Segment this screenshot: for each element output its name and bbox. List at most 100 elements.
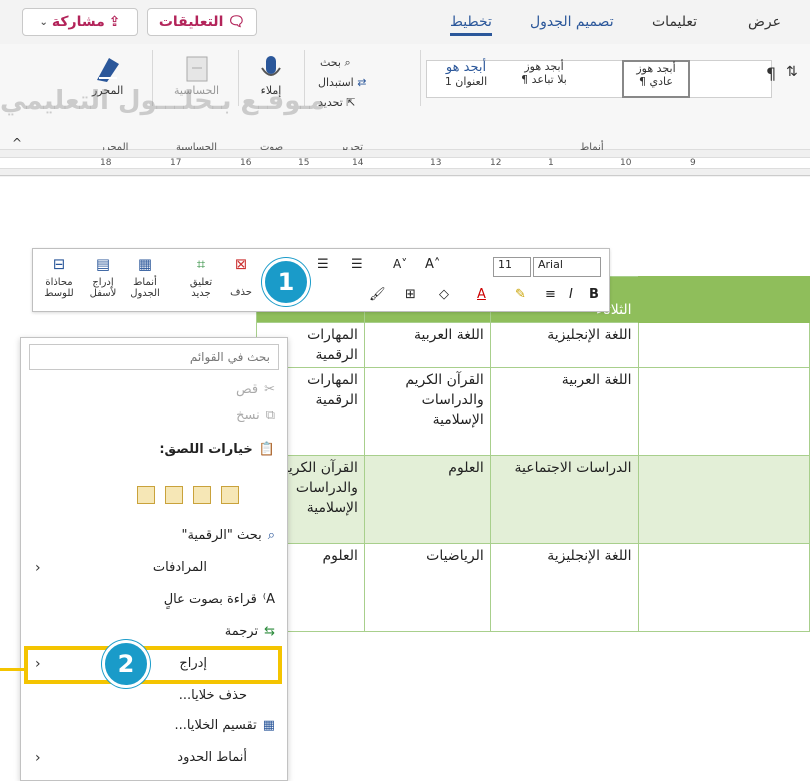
ruler-tick: 9: [690, 158, 696, 168]
style-name: ¶ بلا تباعد: [521, 73, 567, 86]
table-cell[interactable]: [637, 543, 810, 632]
highlight-icon[interactable]: ✎: [515, 287, 526, 302]
table-cell[interactable]: القرآن الكريم والدراسات الإسلامية: [363, 367, 491, 456]
table-cell[interactable]: اللغة الإنجليزية: [489, 322, 639, 368]
read-aloud-menu-item[interactable]: A⁾ قراءة بصوت عالٍ: [164, 592, 275, 607]
paste-options-header: 📋 خيارات اللصق:: [159, 442, 275, 457]
translate-menu-item[interactable]: ⇆ ترجمة: [225, 624, 275, 639]
shrink-font-icon[interactable]: A˅: [393, 257, 407, 271]
font-color-icon[interactable]: A: [477, 287, 486, 302]
style-sample: أبجد هو: [445, 60, 487, 75]
collapse-ribbon-icon[interactable]: ^: [12, 136, 22, 150]
new-comment-button[interactable]: ⌗ تعليق جديد: [181, 255, 221, 299]
schedule-table[interactable]: الثلاثاء اللغة الإنجليزية اللغة العربية …: [256, 276, 810, 632]
table-cell[interactable]: الدراسات الاجتماعية: [489, 455, 639, 544]
table-cell[interactable]: [637, 367, 810, 456]
style-sample: أبجد هوز: [524, 60, 564, 73]
delete-cells-menu-item[interactable]: حذف خلايا...: [179, 688, 247, 703]
clipboard-icon: 📋: [258, 442, 275, 457]
highlight-connector: [0, 668, 24, 671]
horizontal-ruler[interactable]: 18 17 16 15 14 13 12 1 10 9: [0, 150, 810, 176]
bold-icon[interactable]: B: [589, 287, 599, 302]
share-label: مشاركة: [51, 14, 105, 30]
search-term-label: بحث "الرقمية": [181, 528, 262, 543]
split-cells-label: تقسيم الخلايا...: [174, 718, 257, 733]
tab-help[interactable]: تعليمات: [652, 14, 697, 30]
share-button[interactable]: ⇪ مشاركة ⌄: [22, 8, 138, 36]
search-term-menu-item[interactable]: ⌕ بحث "الرقمية": [181, 528, 275, 543]
sort-icon[interactable]: ⇅: [786, 64, 798, 80]
font-size-select[interactable]: 11: [493, 257, 531, 277]
watermark: مـوقـع بـحلـــول التعليمي: [0, 86, 326, 116]
align-center-icon[interactable]: ≡: [545, 287, 556, 302]
tab-layout[interactable]: تخطيط: [450, 14, 492, 36]
table-styles-button[interactable]: ▦ أنماط الجدول: [125, 255, 165, 299]
table-cell[interactable]: اللغة العربية: [363, 322, 491, 368]
paste-keep-source-icon[interactable]: [221, 486, 239, 504]
style-name: ¶ عادي: [639, 75, 673, 88]
table-styles-icon: ▦: [137, 255, 153, 273]
comment-icon: 🗨: [227, 14, 246, 30]
ruler-tick: 10: [620, 158, 632, 168]
style-heading-sample[interactable]: أبجد هو العنوان 1: [432, 60, 500, 98]
shading-icon[interactable]: ◇: [439, 287, 449, 302]
style-normal[interactable]: أبجد هوز ¶ عادي: [622, 60, 690, 98]
ruler-tick: 1: [548, 158, 554, 168]
table-cell[interactable]: اللغة الإنجليزية: [489, 543, 639, 632]
ruler-tick: 14: [352, 158, 364, 168]
grow-font-icon[interactable]: A˄: [425, 257, 440, 272]
borders-icon[interactable]: ⊞: [405, 287, 416, 302]
new-comment-label: تعليق جديد: [189, 277, 213, 299]
find-button[interactable]: ⌕ بحث: [320, 56, 351, 70]
ruler-track: [0, 157, 810, 169]
align-center-button[interactable]: ⊟ محاذاة للوسط: [39, 255, 79, 299]
read-aloud-icon: A⁾: [262, 592, 275, 607]
table-cell[interactable]: اللغة العربية: [489, 367, 639, 456]
table-cell[interactable]: الرياضيات: [363, 543, 491, 632]
tab-view[interactable]: عرض: [748, 14, 781, 30]
italic-icon[interactable]: I: [569, 287, 573, 302]
align-center-label: محاذاة للوسط: [44, 277, 74, 299]
split-cells-menu-item[interactable]: ▦ تقسيم الخلايا...: [175, 718, 276, 733]
synonyms-menu-item[interactable]: المرادفات: [153, 560, 207, 575]
copy-menu-item[interactable]: ⧉ نسخ: [236, 408, 275, 423]
insert-below-label: إدراج لأسفل: [89, 277, 117, 299]
mini-toolbar: Arial 11 A˄ A˅ ☰ ☰ B I ≡ ✎ A ◇ ⊞ 🖌 ⊠ حذف…: [32, 248, 610, 312]
translate-label: ترجمة: [224, 624, 259, 639]
paste-merge-icon[interactable]: [193, 486, 211, 504]
paragraph-mark-icon[interactable]: ¶: [766, 64, 776, 83]
table-cell[interactable]: [637, 455, 810, 544]
read-aloud-label: قراءة بصوت عالٍ: [163, 592, 257, 607]
cut-label: قص: [235, 382, 259, 397]
format-painter-icon[interactable]: 🖌: [369, 287, 386, 302]
paste-text-only-icon[interactable]: [165, 486, 183, 504]
comments-button[interactable]: 🗨 التعليقات: [147, 8, 257, 36]
table-styles-label: أنماط الجدول: [130, 277, 160, 299]
insert-highlight-box: [24, 646, 282, 684]
border-styles-label: أنماط الحدود: [177, 750, 247, 765]
sensitivity-icon: [186, 56, 208, 82]
border-styles-menu-item[interactable]: أنماط الحدود: [177, 750, 247, 765]
numbering-icon[interactable]: ☰: [351, 257, 363, 272]
chevron-down-icon: ⌄: [39, 16, 48, 28]
table-cell[interactable]: [637, 322, 810, 368]
table-row: [637, 276, 810, 323]
table-cell[interactable]: العلوم: [363, 455, 491, 544]
find-label: بحث: [320, 56, 341, 69]
translate-icon: ⇆: [264, 624, 275, 639]
comment-add-icon: ⌗: [196, 255, 206, 273]
ruler-tick: 17: [170, 158, 182, 168]
menu-search-input[interactable]: بحث في القوائم: [29, 344, 279, 370]
cut-menu-item[interactable]: ✂ قص: [236, 382, 275, 397]
style-no-spacing[interactable]: أبجد هوز ¶ بلا تباعد: [510, 60, 578, 98]
chevron-left-icon: ‹: [35, 750, 41, 766]
font-name-select[interactable]: Arial: [533, 257, 601, 277]
tab-table-design[interactable]: تصميم الجدول: [530, 14, 614, 30]
bullets-icon[interactable]: ☰: [317, 257, 329, 272]
paste-picture-icon[interactable]: [137, 486, 155, 504]
copy-icon: ⧉: [265, 408, 275, 423]
search-icon: ⌕: [344, 56, 351, 69]
delete-button[interactable]: ⊠ حذف: [219, 255, 263, 298]
insert-below-button[interactable]: ▤ إدراج لأسفل: [83, 255, 123, 299]
synonyms-label: المرادفات: [152, 560, 207, 575]
